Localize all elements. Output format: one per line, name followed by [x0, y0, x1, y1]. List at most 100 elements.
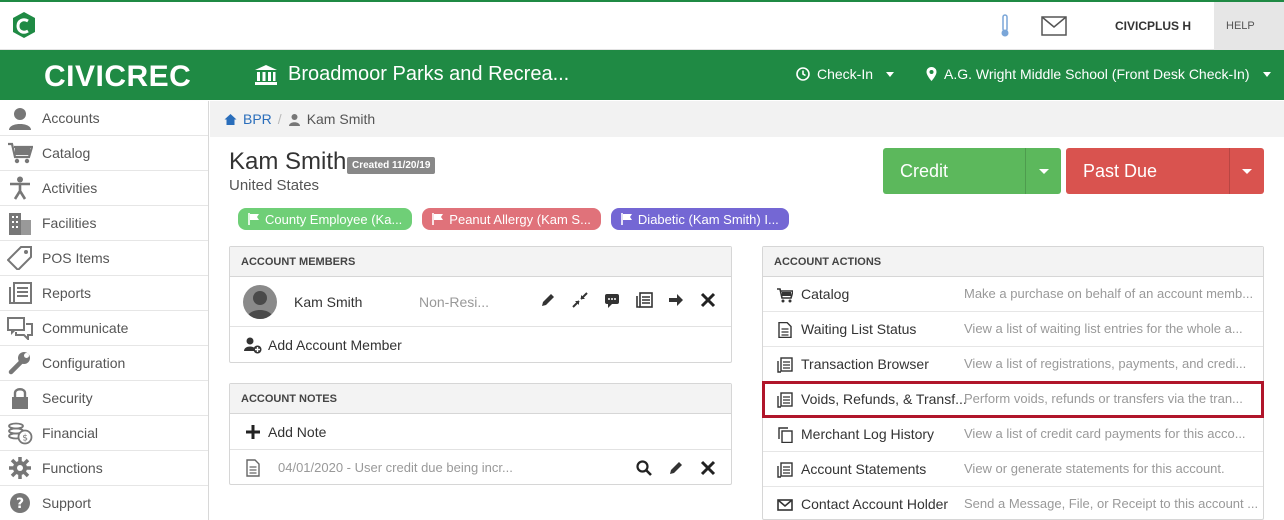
- chat-icon: [7, 317, 33, 340]
- pencil-icon[interactable]: [539, 291, 557, 309]
- merge-icon[interactable]: [571, 291, 589, 309]
- note-text: 04/01/2020 - User credit due being incr.…: [278, 460, 513, 475]
- action-name: Catalog: [801, 286, 850, 302]
- sidebar-item-label: Catalog: [42, 145, 91, 161]
- document-icon: [246, 459, 260, 477]
- lock-icon: [12, 388, 28, 409]
- comment-icon[interactable]: [603, 291, 621, 309]
- mail-icon[interactable]: [1040, 14, 1068, 38]
- arrow-right-icon[interactable]: [667, 291, 685, 309]
- action-description: View a list of waiting list entries for …: [964, 321, 1243, 336]
- main-content: BPR / Kam Smith Kam Smith Created 11/20/…: [210, 101, 1284, 520]
- tag-icon: [7, 246, 32, 270]
- ledger-icon: [777, 392, 793, 408]
- member-type: Non-Resi...: [419, 294, 490, 310]
- checkin-label: Check-In: [817, 66, 874, 82]
- note-row[interactable]: 04/01/2020 - User credit due being incr.…: [230, 449, 731, 485]
- flag-badge[interactable]: County Employee (Ka...: [238, 208, 413, 230]
- flag-label: Peanut Allergy (Kam S...: [449, 211, 591, 227]
- sidebar-item-configuration[interactable]: Configuration: [0, 346, 208, 381]
- action-description: Send a Message, File, or Receipt to this…: [964, 496, 1259, 511]
- action-merchant-log-history[interactable]: Merchant Log History View a list of cred…: [763, 417, 1263, 452]
- action-account-statements[interactable]: Account Statements View or generate stat…: [763, 452, 1263, 487]
- flag-badge[interactable]: Diabetic (Kam Smith) I...: [610, 208, 789, 230]
- sidebar-item-facilities[interactable]: Facilities: [0, 206, 208, 241]
- caret-down-icon: [886, 71, 895, 77]
- sidebar-item-functions[interactable]: Functions: [0, 451, 208, 486]
- action-description: Make a purchase on behalf of an account …: [964, 286, 1254, 301]
- add-note-label: Add Note: [268, 423, 327, 440]
- pencil-icon[interactable]: [667, 459, 685, 477]
- person-icon: [10, 176, 30, 200]
- close-icon[interactable]: [699, 291, 717, 309]
- action-description: View a list of registrations, payments, …: [964, 356, 1247, 371]
- sidebar-item-security[interactable]: Security: [0, 381, 208, 416]
- sidebar-item-communicate[interactable]: Communicate: [0, 311, 208, 346]
- account-actions-panel: ACCOUNT ACTIONS Catalog Make a purchase …: [762, 246, 1264, 520]
- avatar: [243, 285, 277, 319]
- caret-down-icon: [1262, 71, 1271, 77]
- credit-dropdown-toggle[interactable]: [1025, 148, 1061, 194]
- account-members-panel: ACCOUNT MEMBERS Kam Smith Non-Resi... Ad…: [229, 246, 732, 363]
- sidebar-item-financial[interactable]: $ Financial: [0, 416, 208, 451]
- action-voids-refunds-transfers[interactable]: Voids, Refunds, & Transf... Perform void…: [762, 381, 1264, 418]
- sidebar-item-support[interactable]: ? Support: [0, 486, 208, 520]
- action-waiting-list-status[interactable]: Waiting List Status View a list of waiti…: [763, 312, 1263, 347]
- home-icon: [224, 113, 237, 125]
- sidebar-item-label: Functions: [42, 460, 103, 476]
- action-name: Waiting List Status: [801, 321, 917, 337]
- sidebar-item-pos-items[interactable]: POS Items: [0, 241, 208, 276]
- cart-icon: [777, 288, 793, 303]
- add-account-member-label: Add Account Member: [268, 336, 402, 353]
- org-name: Broadmoor Parks and Recrea...: [288, 63, 570, 85]
- credit-button[interactable]: Credit $25.00: [883, 148, 1061, 227]
- ledger-icon[interactable]: [635, 291, 653, 309]
- action-contact-account-holder[interactable]: Contact Account Holder Send a Message, F…: [763, 487, 1263, 520]
- breadcrumb-root-link[interactable]: BPR: [243, 111, 272, 127]
- location-dropdown[interactable]: A.G. Wright Middle School (Front Desk Ch…: [926, 66, 1271, 82]
- map-marker-icon: [926, 67, 937, 81]
- thermometer-icon[interactable]: [998, 14, 1012, 38]
- add-note-button[interactable]: Add Note: [230, 414, 731, 449]
- org-title: Broadmoor Parks and Recrea...: [254, 63, 569, 86]
- action-catalog[interactable]: Catalog Make a purchase on behalf of an …: [763, 277, 1263, 312]
- user-menu[interactable]: CIVICPLUS H: [1115, 19, 1191, 33]
- brand-logo[interactable]: CIVICREC: [44, 60, 191, 94]
- add-account-member-button[interactable]: Add Account Member: [230, 327, 731, 362]
- building-icon: [9, 213, 31, 235]
- sidebar-item-accounts[interactable]: Accounts: [0, 101, 208, 136]
- past-due-label: Past Due $66.87: [1083, 161, 1158, 227]
- clock-icon: [796, 67, 810, 81]
- flag-badge[interactable]: Peanut Allergy (Kam S...: [422, 208, 601, 230]
- location-label: A.G. Wright Middle School (Front Desk Ch…: [944, 66, 1250, 82]
- member-name[interactable]: Kam Smith: [294, 294, 362, 310]
- panel-title: ACCOUNT NOTES: [230, 384, 731, 414]
- help-button[interactable]: HELP: [1214, 2, 1284, 50]
- flag-icon: [432, 213, 444, 225]
- user-silhouette-icon: [247, 291, 273, 319]
- ledger-icon: [777, 357, 793, 373]
- civicplus-logo-icon[interactable]: [10, 10, 38, 40]
- past-due-button[interactable]: Past Due $66.87: [1066, 148, 1264, 227]
- action-transaction-browser[interactable]: Transaction Browser View a list of regis…: [763, 347, 1263, 382]
- sidebar-item-reports[interactable]: Reports: [0, 276, 208, 311]
- sidebar-item-catalog[interactable]: Catalog: [0, 136, 208, 171]
- flag-label: Diabetic (Kam Smith) I...: [637, 211, 779, 227]
- search-icon[interactable]: [635, 459, 653, 477]
- caret-down-icon: [1242, 168, 1253, 174]
- member-actions: [539, 291, 717, 309]
- action-name: Merchant Log History: [801, 426, 935, 442]
- account-country: United States: [229, 177, 320, 194]
- sidebar-item-activities[interactable]: Activities: [0, 171, 208, 206]
- close-icon[interactable]: [699, 459, 717, 477]
- user-icon: [288, 113, 300, 126]
- past-due-dropdown-toggle[interactable]: [1229, 148, 1264, 194]
- action-name: Account Statements: [801, 461, 927, 477]
- plus-icon: [246, 424, 260, 439]
- ledger-icon: [777, 462, 793, 478]
- panel-title: ACCOUNT MEMBERS: [230, 247, 731, 277]
- flag-label: County Employee (Ka...: [265, 211, 403, 227]
- member-row[interactable]: Kam Smith Non-Resi...: [230, 277, 731, 327]
- checkin-dropdown[interactable]: Check-In: [796, 66, 895, 82]
- copy-icon: [778, 427, 793, 443]
